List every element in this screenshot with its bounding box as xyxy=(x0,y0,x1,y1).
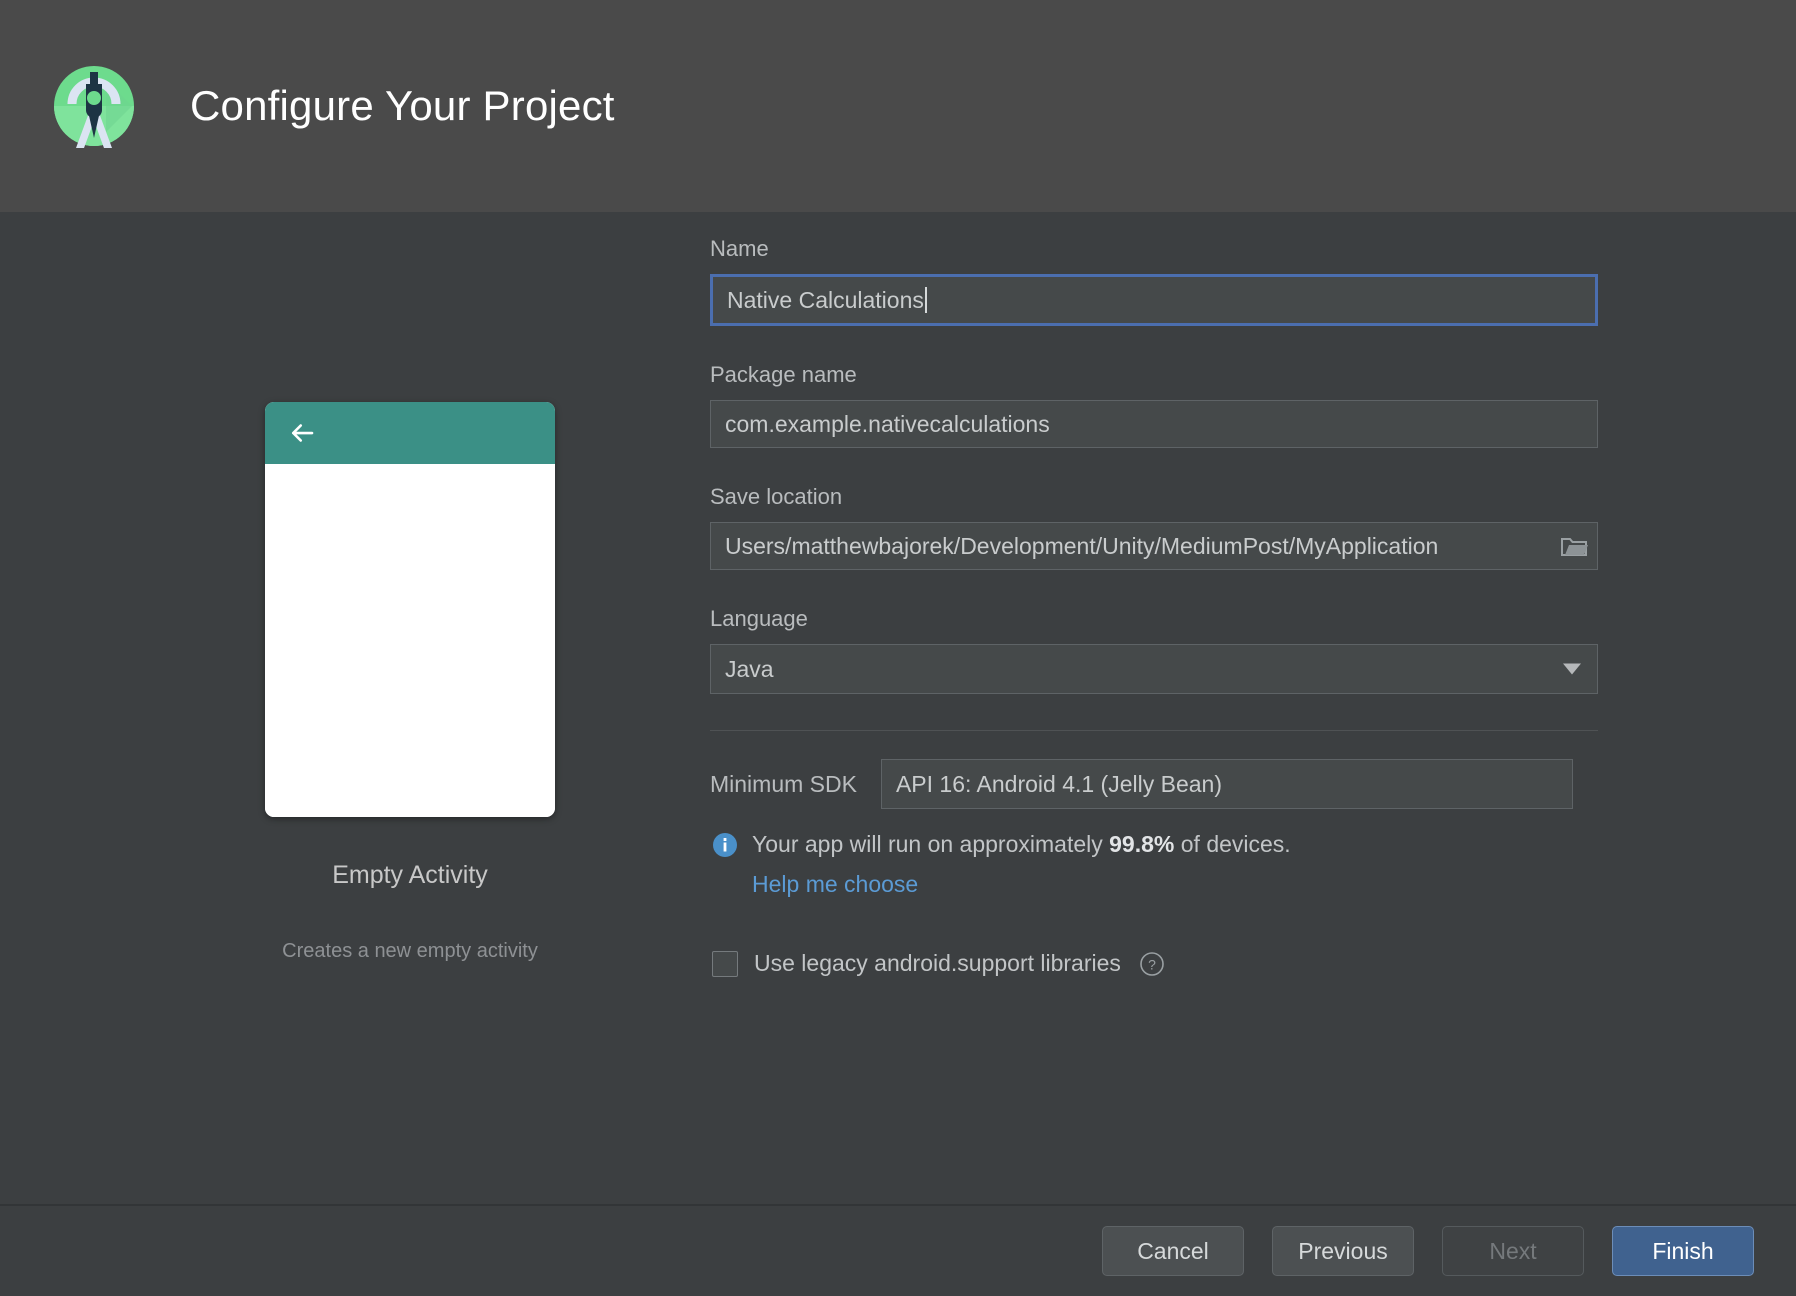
dialog-footer: Cancel Previous Next Finish xyxy=(0,1206,1796,1296)
minimum-sdk-dropdown[interactable]: API 16: Android 4.1 (Jelly Bean) xyxy=(880,759,1573,809)
legacy-libraries-checkbox[interactable] xyxy=(712,950,738,977)
name-field-group: Name Native Calculations xyxy=(710,236,1600,326)
info-icon xyxy=(712,832,738,858)
package-name-field-group: Package name com.example.nativecalculati… xyxy=(710,362,1600,448)
language-value: Java xyxy=(725,655,774,682)
device-coverage-text: Your app will run on approximately 99.8%… xyxy=(752,831,1291,858)
folder-icon[interactable] xyxy=(1560,534,1588,558)
coverage-percent: 99.8% xyxy=(1109,831,1175,857)
template-name: Empty Activity xyxy=(332,861,488,889)
save-location-field-group: Save location Users/matthewbajorek/Devel… xyxy=(710,484,1600,570)
language-dropdown[interactable]: Java xyxy=(710,644,1598,694)
text-caret xyxy=(924,287,927,313)
dialog-body: Empty Activity Creates a new empty activ… xyxy=(0,212,1796,1204)
minimum-sdk-field-group: Minimum SDK API 16: Android 4.1 (Jelly B… xyxy=(710,759,1600,809)
language-field-group: Language Java xyxy=(710,606,1600,694)
back-arrow-icon xyxy=(287,418,317,448)
package-name-input[interactable]: com.example.nativecalculations xyxy=(710,400,1598,448)
finish-button[interactable]: Finish xyxy=(1612,1226,1754,1276)
package-name-value: com.example.nativecalculations xyxy=(725,410,1050,437)
coverage-text-before: Your app will run on approximately xyxy=(752,831,1103,857)
minimum-sdk-label: Minimum SDK xyxy=(710,770,857,797)
form-divider xyxy=(710,730,1598,731)
page-title: Configure Your Project xyxy=(190,82,615,129)
help-me-choose-link[interactable]: Help me choose xyxy=(752,871,1600,898)
name-input-value: Native Calculations xyxy=(727,286,924,313)
package-name-label: Package name xyxy=(710,362,857,387)
project-config-form: Name Native Calculations Package name co… xyxy=(710,212,1600,977)
android-studio-logo-icon xyxy=(46,58,142,154)
name-input-wrap: Native Calculations xyxy=(710,274,1598,326)
next-button[interactable]: Next xyxy=(1442,1226,1584,1276)
minimum-sdk-value: API 16: Android 4.1 (Jelly Bean) xyxy=(895,770,1222,797)
save-location-input[interactable]: Users/matthewbajorek/Development/Unity/M… xyxy=(710,522,1598,570)
package-name-input-wrap: com.example.nativecalculations xyxy=(710,400,1598,448)
legacy-libraries-label: Use legacy android.support libraries xyxy=(754,950,1121,976)
name-input[interactable]: Native Calculations xyxy=(710,274,1598,326)
save-location-label: Save location xyxy=(710,484,843,509)
template-preview-panel: Empty Activity Creates a new empty activ… xyxy=(230,212,590,963)
name-label: Name xyxy=(710,236,769,261)
activity-preview-thumbnail xyxy=(265,402,555,817)
legacy-libraries-row: Use legacy android.support libraries ? xyxy=(712,950,1600,977)
device-coverage-info: Your app will run on approximately 99.8%… xyxy=(712,831,1600,858)
cancel-button[interactable]: Cancel xyxy=(1102,1226,1244,1276)
language-label: Language xyxy=(710,606,808,631)
previous-button[interactable]: Previous xyxy=(1272,1226,1414,1276)
dialog-header: Configure Your Project xyxy=(0,0,1796,212)
save-location-input-wrap: Users/matthewbajorek/Development/Unity/M… xyxy=(710,522,1598,570)
svg-text:?: ? xyxy=(1148,956,1156,972)
coverage-text-after: of devices. xyxy=(1180,831,1291,857)
preview-content-area xyxy=(265,464,555,817)
preview-appbar xyxy=(265,402,555,464)
template-description: Creates a new empty activity xyxy=(282,940,538,962)
question-mark-icon[interactable]: ? xyxy=(1139,951,1165,977)
chevron-down-icon xyxy=(1563,663,1581,675)
save-location-value: Users/matthewbajorek/Development/Unity/M… xyxy=(725,532,1439,559)
